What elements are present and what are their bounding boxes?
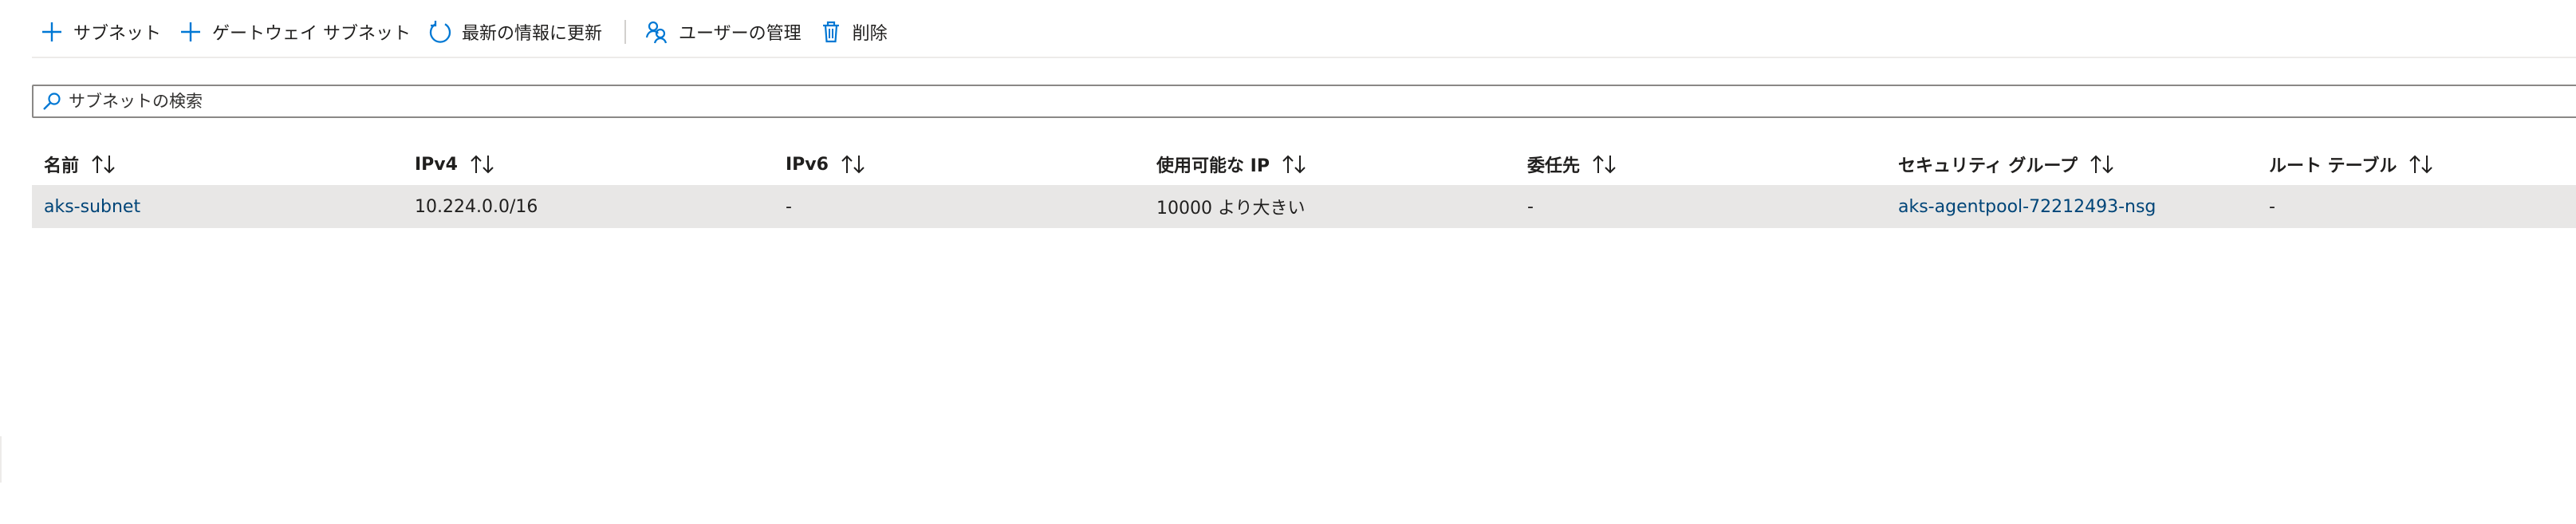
delete-button[interactable]: 削除 <box>811 14 897 49</box>
column-header-label: 名前 <box>44 156 80 176</box>
table-row[interactable]: aks-subnet 10.224.0.0/16 - 10000 より大きい -… <box>32 185 2576 228</box>
sort-icon <box>90 154 117 175</box>
refresh-icon <box>428 20 452 44</box>
refresh-button[interactable]: 最新の情報に更新 <box>420 14 612 49</box>
column-header-label: IPv4 <box>415 154 458 175</box>
refresh-label: 最新の情報に更新 <box>462 24 603 44</box>
column-header-label: IPv6 <box>786 154 829 175</box>
sort-icon <box>469 154 496 175</box>
manage-users-button[interactable]: ユーザーの管理 <box>637 14 811 49</box>
manage-users-icon <box>645 20 669 44</box>
add-gateway-subnet-button[interactable]: ゲートウェイ サブネット <box>171 14 420 49</box>
add-subnet-button[interactable]: サブネット <box>32 14 171 49</box>
sort-icon <box>2408 154 2435 175</box>
delegated-to-cell: - <box>1527 196 1534 217</box>
column-header-delegated-to[interactable]: 委任先 <box>1515 152 1886 177</box>
sort-icon <box>2089 154 2116 175</box>
subnets-table: 名前 IPv4 IPv6 使用可能な IP 委任先 セキュリティ グループ ルー… <box>32 144 2576 228</box>
column-header-label: 委任先 <box>1527 156 1581 176</box>
delete-label: 削除 <box>852 24 888 44</box>
route-table-cell: - <box>2269 196 2275 217</box>
subnets-page: サブネット ゲートウェイ サブネット 最新の情報に更新 ユーザーの管理 削除 サ… <box>0 0 2576 524</box>
toolbar-separator <box>624 20 627 44</box>
column-header-security-group[interactable]: セキュリティ グループ <box>1886 152 2257 177</box>
manage-users-label: ユーザーの管理 <box>679 24 802 44</box>
sort-icon <box>1281 154 1308 175</box>
search-icon <box>41 91 62 112</box>
column-header-available-ips[interactable]: 使用可能な IP <box>1144 152 1515 177</box>
column-header-route-table[interactable]: ルート テーブル <box>2257 152 2576 177</box>
column-header-label: ルート テーブル <box>2269 156 2397 176</box>
subnet-search-input[interactable] <box>69 92 1185 111</box>
ipv6-cell: - <box>786 196 792 217</box>
subnet-search-box[interactable] <box>32 85 2576 118</box>
column-header-name[interactable]: 名前 <box>32 152 403 177</box>
trash-icon <box>819 20 843 44</box>
column-header-label: 使用可能な IP <box>1156 156 1270 176</box>
subnet-name-link[interactable]: aks-subnet <box>32 197 403 217</box>
plus-icon <box>179 20 203 44</box>
toolbar-divider <box>32 57 2576 58</box>
column-header-ipv6[interactable]: IPv6 <box>774 154 1144 175</box>
ipv4-cell: 10.224.0.0/16 <box>415 196 538 217</box>
plus-icon <box>40 20 64 44</box>
sort-icon <box>1591 154 1618 175</box>
add-subnet-label: サブネット <box>73 24 162 44</box>
column-header-ipv4[interactable]: IPv4 <box>403 154 774 175</box>
add-gateway-subnet-label: ゲートウェイ サブネット <box>212 24 412 44</box>
security-group-link[interactable]: aks-agentpool-72212493-nsg <box>1886 197 2257 217</box>
table-header: 名前 IPv4 IPv6 使用可能な IP 委任先 セキュリティ グループ ルー… <box>32 144 2576 185</box>
column-header-label: セキュリティ グループ <box>1898 156 2078 176</box>
panel-edge-marker <box>0 436 2 483</box>
command-bar: サブネット ゲートウェイ サブネット 最新の情報に更新 ユーザーの管理 削除 <box>32 14 897 49</box>
available-ips-cell: 10000 より大きい <box>1156 199 1306 219</box>
sort-icon <box>840 154 867 175</box>
